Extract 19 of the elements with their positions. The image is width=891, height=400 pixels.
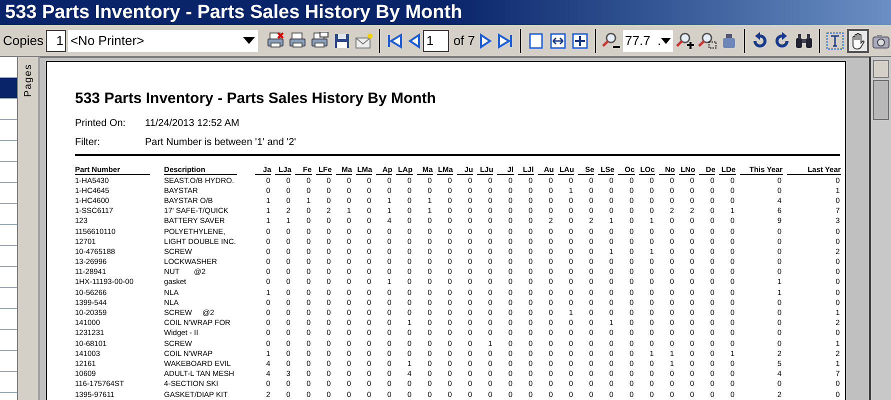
meta-value: Part Number is between '1' and '2' — [145, 136, 296, 150]
report-title: 533 Parts Inventory - Parts Sales History By Month — [75, 90, 437, 108]
meta-label: Filter: — [75, 136, 101, 150]
dropdown-arrow-icon[interactable] — [661, 38, 671, 44]
copies-field[interactable]: 1 — [46, 30, 66, 52]
vertical-scrollbar[interactable] — [869, 57, 891, 400]
page-count: of 7 — [453, 32, 475, 50]
printer-dropdown[interactable]: <No Printer> — [68, 30, 258, 52]
meta-value: 11/24/2013 12:52 AM — [145, 117, 240, 131]
page-field[interactable]: 1 — [423, 30, 450, 52]
dropdown-arrow-icon[interactable] — [243, 37, 256, 44]
scroll-thumb[interactable] — [873, 80, 889, 120]
hand-tool-icon[interactable] — [847, 28, 869, 52]
copies-label: Copies — [3, 32, 44, 50]
zoom-dropdown[interactable]: 77.7 . — [623, 30, 673, 52]
meta-label: Printed On: — [75, 117, 127, 131]
scroll-up-button[interactable] — [873, 60, 889, 78]
pages-tab[interactable]: Pages — [20, 65, 36, 97]
window-title: 533 Parts Inventory - Parts Sales History By Month — [5, 3, 462, 22]
